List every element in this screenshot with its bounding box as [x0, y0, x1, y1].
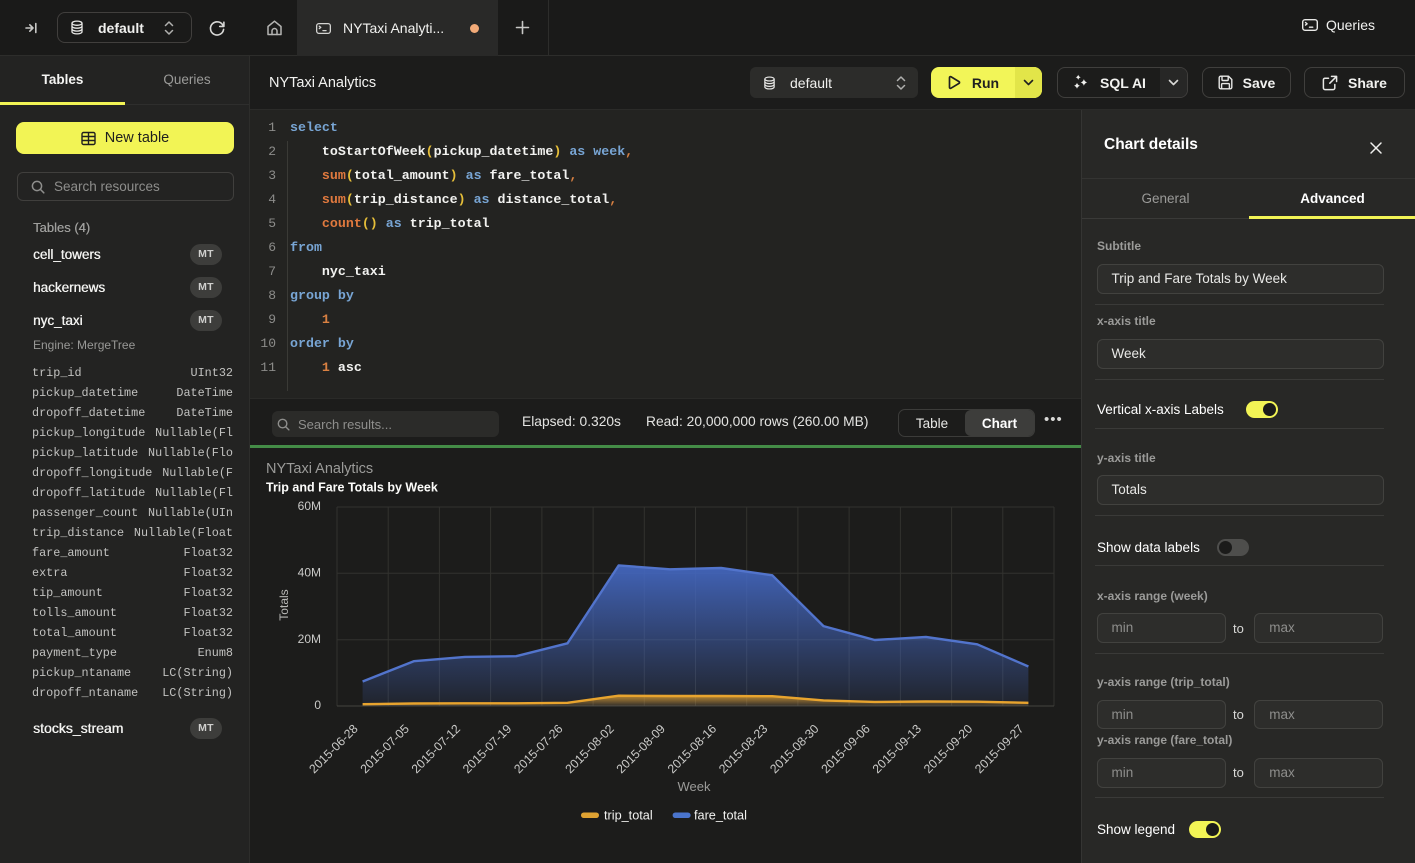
svg-text:2015-09-06: 2015-09-06 [818, 722, 872, 776]
svg-text:Week: Week [678, 779, 711, 794]
svg-text:2015-09-13: 2015-09-13 [870, 722, 924, 776]
svg-text:2015-08-09: 2015-08-09 [614, 722, 668, 776]
svg-text:20M: 20M [298, 632, 321, 646]
svg-text:2015-07-19: 2015-07-19 [460, 722, 514, 776]
svg-text:NYTaxi Analytics: NYTaxi Analytics [266, 461, 373, 477]
svg-text:2015-09-20: 2015-09-20 [921, 722, 975, 776]
svg-text:Totals: Totals [277, 589, 291, 620]
svg-text:Trip and Fare Totals by Week: Trip and Fare Totals by Week [266, 480, 438, 494]
svg-text:2015-08-30: 2015-08-30 [767, 722, 821, 776]
svg-text:60M: 60M [298, 499, 321, 513]
svg-text:0: 0 [314, 698, 321, 712]
svg-text:fare_total: fare_total [694, 809, 747, 823]
svg-text:2015-07-12: 2015-07-12 [409, 722, 463, 776]
svg-text:2015-07-26: 2015-07-26 [511, 722, 565, 776]
svg-text:40M: 40M [298, 565, 321, 579]
svg-text:2015-09-27: 2015-09-27 [972, 722, 1026, 776]
svg-text:trip_total: trip_total [604, 809, 653, 823]
svg-text:2015-08-02: 2015-08-02 [562, 722, 616, 776]
svg-text:2015-08-23: 2015-08-23 [716, 722, 770, 776]
svg-text:2015-06-28: 2015-06-28 [306, 722, 360, 776]
svg-text:2015-08-16: 2015-08-16 [665, 722, 719, 776]
svg-text:2015-07-05: 2015-07-05 [358, 722, 412, 776]
